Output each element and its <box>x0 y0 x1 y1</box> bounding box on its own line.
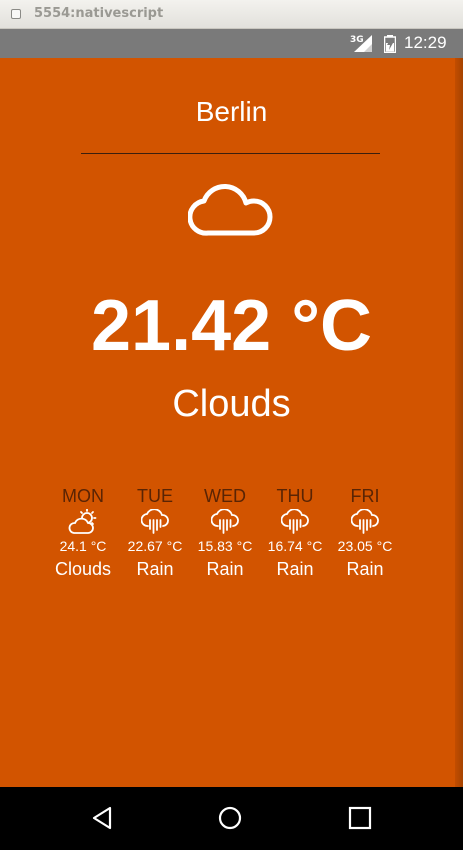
window-close-icon[interactable] <box>11 9 21 19</box>
city-name: Berlin <box>195 96 268 127</box>
city-divider <box>81 153 380 154</box>
status-clock: 12:29 <box>404 33 447 52</box>
rain-icon <box>141 509 169 534</box>
rain-icon <box>281 509 309 534</box>
forecast-temp: 22.67 °C <box>127 538 183 554</box>
partly-cloudy-icon <box>68 509 97 534</box>
window-title-bar: 5554:nativescript <box>0 0 463 29</box>
cell-signal-icon: 3G <box>350 35 372 52</box>
cloud-icon <box>188 183 273 236</box>
forecast-day: MON 24.1 °C Clouds <box>45 485 121 581</box>
forecast-condition: Clouds <box>54 559 112 579</box>
forecast-day-name: WED <box>204 486 246 506</box>
forecast-temp: 16.74 °C <box>267 538 323 554</box>
rain-icon <box>211 509 239 534</box>
current-temperature: 21.42 °C <box>91 286 372 366</box>
forecast-day-name: MON <box>62 486 104 506</box>
home-icon[interactable] <box>218 806 242 830</box>
back-icon[interactable] <box>90 806 114 830</box>
network-type-label: 3G <box>350 35 364 45</box>
forecast-temp: 15.83 °C <box>197 538 253 554</box>
forecast-day: WED 15.83 °C Rain <box>187 485 263 581</box>
forecast-condition: Rain <box>206 559 244 579</box>
forecast-day: FRI 23.05 °C Rain <box>327 485 403 581</box>
recents-icon[interactable] <box>348 806 372 830</box>
current-condition: Clouds <box>172 383 291 425</box>
battery-icon <box>384 35 396 53</box>
forecast-list: MON 24.1 °C Clouds TUE 22.67 °C Rain WED… <box>48 485 408 585</box>
forecast-day: THU 16.74 °C Rain <box>257 485 333 581</box>
forecast-temp: 23.05 °C <box>337 538 393 554</box>
forecast-condition: Rain <box>136 559 174 579</box>
forecast-condition: Rain <box>346 559 384 579</box>
forecast-day-name: THU <box>276 486 314 506</box>
forecast-day-name: FRI <box>350 486 380 506</box>
forecast-temp: 24.1 °C <box>59 538 107 554</box>
forecast-day: TUE 22.67 °C Rain <box>117 485 193 581</box>
forecast-condition: Rain <box>276 559 314 579</box>
rain-icon <box>351 509 379 534</box>
window-title: 5554:nativescript <box>34 6 164 21</box>
forecast-day-name: TUE <box>137 486 173 506</box>
